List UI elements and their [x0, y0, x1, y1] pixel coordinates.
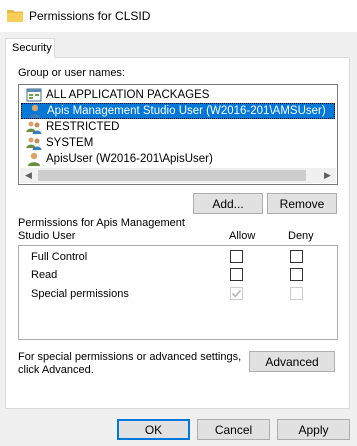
- permission-name: Read: [31, 269, 58, 281]
- advanced-note: For special permissions or advanced sett…: [18, 351, 242, 363]
- scroll-left-icon[interactable]: ◀: [20, 168, 37, 183]
- horizontal-scrollbar[interactable]: ◀ ▶: [20, 168, 336, 183]
- deny-special-permissions-checkbox[interactable]: [290, 287, 303, 300]
- deny-column-header: Deny: [288, 230, 314, 242]
- checkmark-icon: [231, 289, 242, 298]
- tab-security-label: Security: [12, 42, 52, 54]
- group-list-label: Group or user names:: [18, 67, 125, 79]
- list-item[interactable]: ApisUser (W2016-201\ApisUser): [21, 151, 335, 167]
- permission-name: Special permissions: [31, 288, 129, 300]
- apply-button[interactable]: Apply: [277, 419, 350, 440]
- list-item-label: ApisUser (W2016-201\ApisUser): [46, 153, 213, 165]
- list-item-label: SYSTEM: [46, 137, 94, 149]
- cancel-button[interactable]: Cancel: [197, 419, 270, 440]
- allow-column-header: Allow: [229, 230, 256, 242]
- list-item-selected[interactable]: Apis Management Studio User (W2016-201\A…: [21, 103, 335, 119]
- allow-read-checkbox[interactable]: [230, 268, 243, 281]
- permission-name: Full Control: [31, 251, 88, 263]
- list-item-label: Apis Management Studio User (W2016-201\A…: [47, 105, 326, 117]
- remove-button[interactable]: Remove: [267, 193, 337, 214]
- scroll-right-icon[interactable]: ▶: [319, 168, 336, 183]
- list-item-label: RESTRICTED: [46, 121, 120, 133]
- window-title: Permissions for CLSID: [29, 9, 151, 23]
- allow-full-control-checkbox[interactable]: [230, 250, 243, 263]
- advanced-button[interactable]: Advanced: [249, 351, 335, 372]
- group-user-list[interactable]: ALL APPLICATION PACKAGES Apis Management…: [18, 84, 338, 185]
- user-icon: [28, 152, 40, 166]
- folder-icon: [7, 10, 23, 22]
- tab-security[interactable]: Security: [5, 38, 55, 58]
- list-item[interactable]: RESTRICTED: [21, 119, 335, 135]
- group-icon: [26, 121, 42, 134]
- list-item[interactable]: SYSTEM: [21, 135, 335, 151]
- list-item-label: ALL APPLICATION PACKAGES: [46, 89, 210, 101]
- deny-full-control-checkbox[interactable]: [290, 250, 303, 263]
- title-bar[interactable]: Permissions for CLSID: [0, 0, 357, 32]
- group-icon: [26, 137, 42, 150]
- ok-button[interactable]: OK: [117, 419, 190, 440]
- permissions-header-principal: Studio User: [18, 230, 76, 242]
- allow-special-permissions-checkbox[interactable]: [230, 287, 243, 300]
- user-icon: [29, 104, 41, 118]
- deny-read-checkbox[interactable]: [290, 268, 303, 281]
- app-packages-icon: [26, 88, 42, 102]
- add-button[interactable]: Add...: [193, 193, 263, 214]
- advanced-note-line2: click Advanced.: [18, 364, 94, 376]
- list-item[interactable]: ALL APPLICATION PACKAGES: [21, 87, 335, 103]
- scrollbar-thumb[interactable]: [38, 170, 306, 181]
- permissions-header: Permissions for Apis Management: [18, 217, 185, 229]
